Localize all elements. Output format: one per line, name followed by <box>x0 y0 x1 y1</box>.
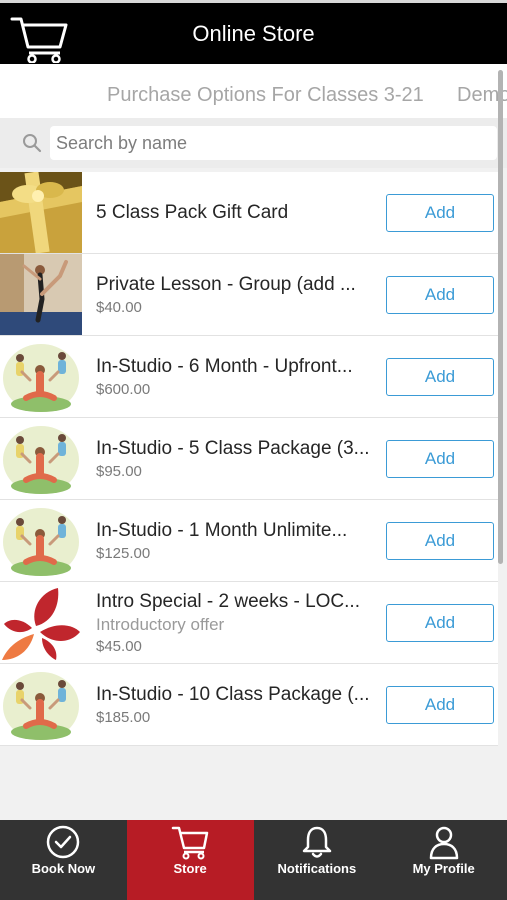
yoga-class-illustration <box>0 500 82 581</box>
product-price: $185.00 <box>96 708 151 726</box>
search-input[interactable] <box>50 126 497 160</box>
yoga-class-illustration <box>0 336 82 417</box>
product-name: Private Lesson - Group (add ... <box>96 273 356 295</box>
list-item[interactable]: In-Studio - 5 Class Package (3... $95.00… <box>0 418 498 500</box>
list-item[interactable]: In-Studio - 10 Class Package (... $185.0… <box>0 664 498 746</box>
search-icon <box>23 134 42 153</box>
product-list: 5 Class Pack Gift Card Add Private Lesso… <box>0 172 498 746</box>
add-button[interactable]: Add <box>386 358 494 396</box>
product-price: $45.00 <box>96 637 142 655</box>
nav-label: Book Now <box>31 861 96 876</box>
add-button[interactable]: Add <box>386 522 494 560</box>
product-price: $95.00 <box>96 462 142 480</box>
yoga-pose-photo <box>0 254 82 335</box>
list-item[interactable]: Private Lesson - Group (add ... $40.00 A… <box>0 254 498 336</box>
product-price: $125.00 <box>96 544 151 562</box>
nav-label: My Profile <box>412 861 475 876</box>
list-item[interactable]: 5 Class Pack Gift Card Add <box>0 172 498 254</box>
yoga-class-illustration <box>0 418 82 499</box>
page-title: Online Store <box>192 21 315 46</box>
yoga-class-illustration <box>0 664 82 745</box>
product-subtitle: Introductory offer <box>96 614 225 634</box>
product-name: Intro Special - 2 weeks - LOC... <box>96 590 360 612</box>
product-name: 5 Class Pack Gift Card <box>96 201 289 223</box>
add-button[interactable]: Add <box>386 276 494 314</box>
nav-store[interactable]: Store <box>126 820 254 900</box>
nav-label: Store <box>173 861 207 876</box>
nav-notifications[interactable]: Notifications <box>254 820 381 900</box>
nav-book-now[interactable]: Book Now <box>0 820 127 900</box>
nav-my-profile[interactable]: My Profile <box>380 820 507 900</box>
product-price: $40.00 <box>96 298 142 316</box>
product-name: In-Studio - 1 Month Unlimite... <box>96 519 348 541</box>
product-name: In-Studio - 5 Class Package (3... <box>96 437 370 459</box>
bell-icon <box>302 826 332 858</box>
category-tabs: Purchase Options For Classes 3-21 Demo <box>0 64 507 118</box>
header-bar: Online Store <box>0 0 507 64</box>
product-name: In-Studio - 6 Month - Upfront... <box>96 355 353 377</box>
add-button[interactable]: Add <box>386 440 494 478</box>
bottom-nav: Book Now Store Notifications My Profile <box>0 820 507 900</box>
add-button[interactable]: Add <box>386 194 494 232</box>
add-button[interactable]: Add <box>386 604 494 642</box>
gift-box-image <box>0 172 82 253</box>
check-circle-icon <box>47 825 80 859</box>
nav-label: Notifications <box>277 861 357 876</box>
product-price: $600.00 <box>96 380 151 398</box>
add-button[interactable]: Add <box>386 686 494 724</box>
person-icon <box>429 826 458 860</box>
list-item[interactable]: In-Studio - 6 Month - Upfront... $600.00… <box>0 336 498 418</box>
list-item[interactable]: In-Studio - 1 Month Unlimite... $125.00 … <box>0 500 498 582</box>
scrollbar[interactable] <box>498 70 503 564</box>
product-name: In-Studio - 10 Class Package (... <box>96 683 370 705</box>
lotus-logo <box>0 582 82 663</box>
search-bar <box>0 118 507 168</box>
cart-icon <box>171 826 209 860</box>
tab-purchase-options[interactable]: Purchase Options For Classes 3-21 <box>107 84 424 107</box>
list-item[interactable]: Intro Special - 2 weeks - LOC... Introdu… <box>0 582 498 664</box>
